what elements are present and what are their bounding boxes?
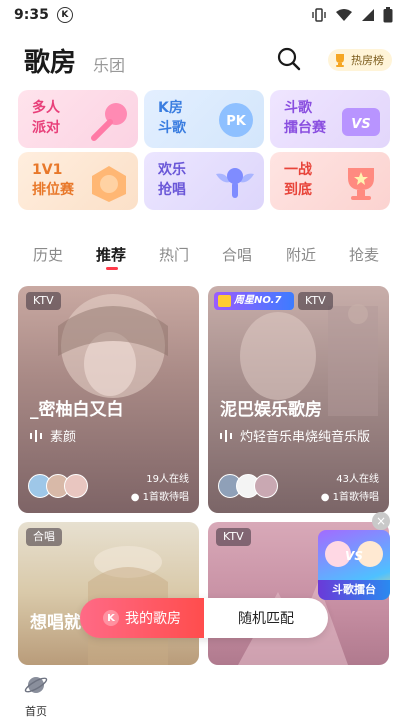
category-multi-party[interactable]: 多人 派对 [18,90,138,148]
tab-grab-mic[interactable]: 抢麦 [349,244,379,265]
category-label: 欢乐 抢唱 [158,162,186,198]
room-tabs: 历史 推荐 热门 合唱 附近 抢麦 [0,236,407,276]
tab-recommended[interactable]: 推荐 [96,244,126,265]
category-label: 斗歌 擂台赛 [284,100,326,136]
wifi-icon [336,9,352,21]
k-logo-icon: K [103,610,119,626]
signal-icon [362,9,374,21]
songs-waiting: ● 1首歌待唱 [131,488,189,503]
room-card[interactable]: KTV _密柚白又白 素颜 19人在线 ● 1首歌待唱 [18,286,199,513]
nav-home[interactable]: 首页 [14,673,58,719]
song-title: 素颜 [50,430,77,445]
crown-icon [218,295,231,307]
room-card[interactable]: KTV 泥巴娱乐歌房 灼轻音乐串烧纯音乐版 43人在线 ● 1首歌待唱 [208,286,389,513]
song-title: 灼轻音乐串烧纯音乐版 [240,430,371,445]
hot-rooms-button[interactable]: 热房榜 [328,49,392,71]
category-1v1-ranked[interactable]: 1V1 排位赛 [18,152,138,210]
listener-avatars [218,474,278,498]
songs-waiting: ● 1首歌待唱 [321,488,379,503]
category-label: 多人 派对 [32,100,60,136]
category-label: 一战 到底 [284,162,312,198]
tab-hot[interactable]: 热门 [159,244,189,265]
room-card[interactable]: 合唱 想唱就唱 [18,522,199,665]
svg-text:VS: VS [345,549,363,563]
room-name: 泥巴娱乐歌房 [220,400,322,420]
room-type-tag: KTV [216,528,251,546]
category-fight-to-end[interactable]: 一战 到底 [270,152,390,210]
room-now-playing: 灼轻音乐串烧纯音乐版 [220,426,370,445]
nav-home-label: 首页 [25,705,47,718]
room-now-playing: 素颜 [30,426,76,445]
mic-icon: ● [130,492,140,503]
search-icon[interactable] [276,46,302,72]
online-count: 43人在线 [336,474,379,485]
battery-icon [383,7,393,23]
online-count: 19人在线 [146,474,189,485]
tab-chorus[interactable]: 合唱 [222,244,252,265]
close-icon[interactable]: × [372,512,390,530]
vibrate-icon [312,8,326,22]
category-battle-arena[interactable]: 斗歌 擂台赛 VS [270,90,390,148]
room-type-tag: KTV [298,292,333,310]
songs-waiting-label: 1首歌待唱 [142,492,189,503]
status-bar: 9:35 K [0,0,407,30]
banner-label: 斗歌擂台 [318,580,390,600]
trophy-icon [336,54,344,67]
weekly-star-label: 周星NO.7 [234,295,282,306]
page-header: 歌房 乐团 热房榜 [0,38,407,82]
avatar [64,474,88,498]
tab-indicator [106,267,118,270]
tab-history[interactable]: 历史 [33,244,63,265]
equalizer-icon [220,429,232,442]
status-time: 9:35 [14,7,49,23]
category-k-room-battle[interactable]: K房 斗歌 PK [144,90,264,148]
planet-icon [24,677,48,693]
room-type-tag: KTV [26,292,61,310]
k-notification-icon: K [56,7,73,23]
tab-band[interactable]: 乐团 [93,52,125,76]
battle-arena-floating-banner[interactable]: VS 斗歌擂台 [318,530,390,600]
hot-rooms-label: 热房榜 [351,54,384,67]
listener-avatars [28,474,88,498]
room-type-tag: 合唱 [26,528,62,546]
bottom-navigation: 首页 [0,665,407,723]
songs-waiting-label: 1首歌待唱 [332,492,379,503]
weekly-star-badge: 周星NO.7 [214,292,294,310]
page-title: 歌房 [24,48,77,78]
room-name: _密柚白又白 [30,400,124,420]
mic-icon: ● [320,492,330,503]
category-label: K房 斗歌 [158,100,186,136]
my-room-label: 我的歌房 [125,611,181,627]
room-action-bar: K 我的歌房 随机匹配 [80,598,328,638]
banner-artwork: VS [325,541,383,567]
tab-nearby[interactable]: 附近 [286,244,316,265]
avatar [254,474,278,498]
random-match-button[interactable]: 随机匹配 [204,598,328,638]
equalizer-icon [30,429,42,442]
my-room-button[interactable]: K 我的歌房 [80,598,204,638]
category-fun-grab[interactable]: 欢乐 抢唱 [144,152,264,210]
category-grid: 多人 派对 K房 斗歌 PK 斗歌 擂台赛 VS 1V1 排位赛 欢乐 抢唱 一… [18,90,390,210]
category-label: 1V1 排位赛 [32,162,74,198]
